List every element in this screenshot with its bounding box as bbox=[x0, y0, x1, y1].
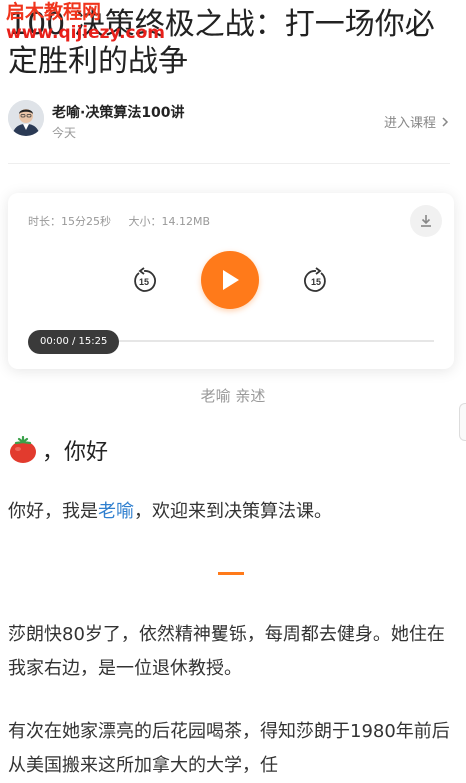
progress-handle[interactable]: 00:00 / 15:25 bbox=[28, 330, 120, 354]
audio-player: 时长：15分25秒 大小：14.12MB 15 15 00:00 / 15:25 bbox=[8, 193, 454, 369]
enter-course-label: 进入课程 bbox=[383, 116, 436, 131]
chevron-right-icon bbox=[442, 116, 449, 127]
play-button[interactable] bbox=[201, 251, 259, 309]
body-paragraph: 莎朗快80岁了，依然精神矍铄，每周都去健身。她住在我家右边，是一位退休教授。 bbox=[8, 624, 445, 679]
forward-15-button[interactable]: 15 bbox=[302, 267, 330, 295]
author-link[interactable]: 老喻 bbox=[98, 501, 134, 522]
avatar-portrait bbox=[8, 100, 44, 136]
watermark-line2: www.qijiezy.com bbox=[6, 23, 166, 43]
author-avatar[interactable] bbox=[8, 100, 44, 136]
enter-course-link[interactable]: 进入课程 bbox=[384, 112, 450, 131]
watermark: 启木教程网 www.qijiezy.com bbox=[6, 2, 165, 44]
forward-15-icon: 15 bbox=[304, 267, 326, 292]
forward-seconds-label: 15 bbox=[311, 277, 321, 287]
rewind-15-button[interactable]: 15 bbox=[130, 267, 158, 295]
download-icon bbox=[421, 215, 431, 227]
rewind-seconds-label: 15 bbox=[139, 277, 149, 287]
body-paragraph-2: 有次在她家漂亮的后花园喝茶，得知莎朗于1980年前后从美国搬来这所加拿大的大学，… bbox=[8, 721, 450, 776]
duration-label: 时长：15分25秒 bbox=[28, 215, 111, 228]
playback-controls: 15 15 bbox=[8, 251, 454, 311]
publish-date: 今天 bbox=[52, 126, 77, 140]
divider bbox=[8, 163, 450, 164]
greeting-heading: ，你好 bbox=[8, 434, 108, 466]
intro-suffix: ，欢迎来到决策算法课。 bbox=[134, 501, 332, 522]
download-button[interactable] bbox=[410, 205, 442, 237]
play-icon bbox=[223, 270, 239, 290]
tomato-icon bbox=[10, 436, 36, 463]
side-panel-handle[interactable] bbox=[459, 403, 466, 441]
intro-paragraph: 你好，我是老喻，欢迎来到决策算法课。 bbox=[8, 495, 458, 529]
watermark-line1: 启木教程网 bbox=[6, 1, 102, 23]
rewind-15-icon: 15 bbox=[134, 267, 156, 292]
intro-prefix: 你好，我是 bbox=[8, 501, 98, 522]
author-row: 老喻·决策算法100讲 今天 进入课程 bbox=[8, 100, 458, 144]
section-divider bbox=[218, 572, 244, 575]
author-name[interactable]: 老喻·决策算法100讲 bbox=[52, 102, 185, 122]
file-size-label: 大小：14.12MB bbox=[128, 215, 211, 228]
audio-meta: 时长：15分25秒 大小：14.12MB bbox=[28, 213, 224, 229]
narrator-label: 老喻 亲述 bbox=[200, 387, 266, 405]
greeting-text: ，你好 bbox=[42, 440, 109, 465]
